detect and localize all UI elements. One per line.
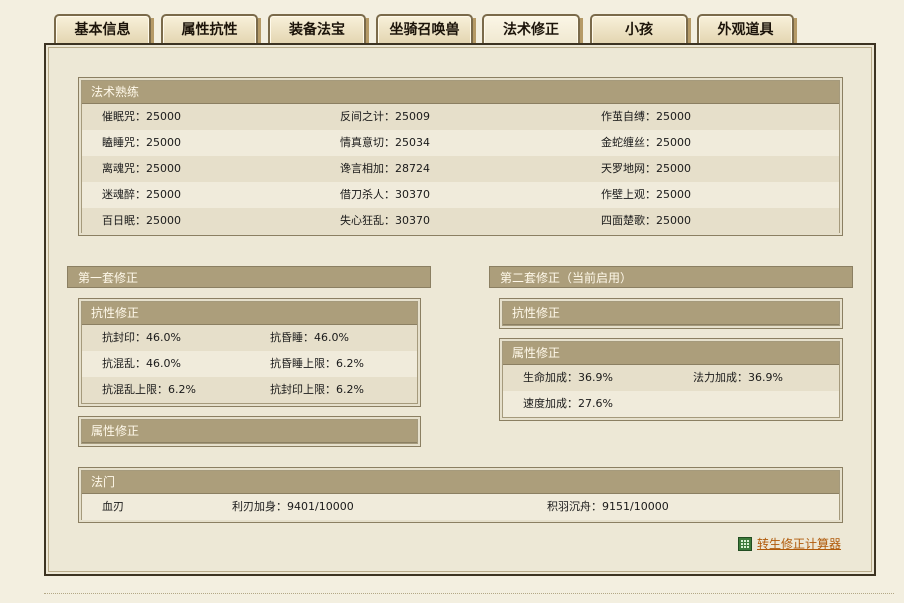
spell-cell: 谗言相加：28724 bbox=[340, 162, 430, 175]
tab-spell-correction[interactable]: 法术修正 bbox=[482, 14, 583, 45]
resist-cell: 抗封印：46.0% bbox=[102, 331, 181, 344]
set2-attr-rows: 生命加成：36.9% 法力加成：36.9% 速度加成：27.6% bbox=[500, 365, 842, 417]
spell-cell: 失心狂乱：30370 bbox=[340, 214, 430, 227]
spell-cell: 金蛇缠丝：25000 bbox=[601, 136, 691, 149]
set2-resist-title: 抗性修正 bbox=[503, 302, 839, 325]
spell-cell: 离魂咒：25000 bbox=[102, 162, 181, 175]
set2-attr-title: 属性修正 bbox=[503, 342, 839, 365]
attr-cell: 法力加成：36.9% bbox=[693, 371, 783, 384]
resist-cell: 抗封印上限：6.2% bbox=[270, 383, 364, 396]
set2-resist-section: 抗性修正 bbox=[499, 298, 843, 329]
tab-basic-info[interactable]: 基本信息 bbox=[54, 14, 154, 45]
set1-attr-section: 属性修正 bbox=[78, 416, 421, 447]
spell-cell: 作壁上观：25000 bbox=[601, 188, 691, 201]
spell-cell: 反间之计：25009 bbox=[340, 110, 430, 123]
attr-cell: 速度加成：27.6% bbox=[523, 397, 613, 410]
set1-resist-section: 抗性修正 抗封印：46.0% 抗昏睡：46.0% 抗混乱：46.0% 抗昏睡上限… bbox=[78, 298, 421, 407]
calculator-link[interactable]: 转生修正计算器 bbox=[738, 535, 841, 552]
dharma-title: 法门 bbox=[82, 471, 839, 494]
calculator-icon bbox=[738, 536, 752, 551]
spell-cell: 迷魂醉：25000 bbox=[102, 188, 181, 201]
resist-cell: 抗昏睡：46.0% bbox=[270, 331, 349, 344]
table-row: 迷魂醉：25000 借刀杀人：30370 作壁上观：25000 bbox=[82, 182, 839, 208]
table-row: 瞌睡咒：25000 情真意切：25034 金蛇缠丝：25000 bbox=[82, 130, 839, 156]
set1-title: 第一套修正 bbox=[67, 266, 431, 288]
dharma-item: 利刃加身：9401/10000 bbox=[232, 500, 354, 513]
tab-child[interactable]: 小孩 bbox=[590, 14, 691, 45]
attr-cell: 生命加成：36.9% bbox=[523, 371, 613, 384]
set1-resist-rows: 抗封印：46.0% 抗昏睡：46.0% 抗混乱：46.0% 抗昏睡上限：6.2%… bbox=[79, 325, 420, 403]
dharma-row: 血刃 利刃加身：9401/10000 积羽沉舟：9151/10000 bbox=[82, 494, 839, 520]
spell-cell: 借刀杀人：30370 bbox=[340, 188, 430, 201]
table-row: 百日眠：25000 失心狂乱：30370 四面楚歌：25000 bbox=[82, 208, 839, 234]
dharma-section: 法门 血刃 利刃加身：9401/10000 积羽沉舟：9151/10000 bbox=[78, 467, 843, 523]
table-row: 抗混乱：46.0% 抗昏睡上限：6.2% bbox=[82, 351, 417, 377]
spell-mastery-rows: 催眠咒：25000 反间之计：25009 作茧自缚：25000 瞌睡咒：2500… bbox=[79, 104, 842, 234]
tab-appearance[interactable]: 外观道具 bbox=[697, 14, 797, 45]
set2-attr-section: 属性修正 生命加成：36.9% 法力加成：36.9% 速度加成：27.6% bbox=[499, 338, 843, 421]
dharma-item: 血刃 bbox=[102, 500, 124, 513]
tab-attributes-resistance[interactable]: 属性抗性 bbox=[161, 14, 261, 45]
character-info-window: 基本信息 属性抗性 装备法宝 坐骑召唤兽 法术修正 小孩 外观道具 法术熟练 催… bbox=[0, 0, 904, 603]
spell-cell: 天罗地网：25000 bbox=[601, 162, 691, 175]
table-row: 抗混乱上限：6.2% 抗封印上限：6.2% bbox=[82, 377, 417, 403]
tab-bar: 基本信息 属性抗性 装备法宝 坐骑召唤兽 法术修正 小孩 外观道具 bbox=[54, 14, 814, 45]
spell-cell: 作茧自缚：25000 bbox=[601, 110, 691, 123]
resist-cell: 抗昏睡上限：6.2% bbox=[270, 357, 364, 370]
set1-resist-title: 抗性修正 bbox=[82, 302, 417, 325]
bottom-divider bbox=[44, 593, 894, 594]
resist-cell: 抗混乱：46.0% bbox=[102, 357, 181, 370]
tab-equipment[interactable]: 装备法宝 bbox=[268, 14, 369, 45]
table-row: 抗封印：46.0% 抗昏睡：46.0% bbox=[82, 325, 417, 351]
spell-cell: 情真意切：25034 bbox=[340, 136, 430, 149]
calculator-link-label[interactable]: 转生修正计算器 bbox=[757, 535, 841, 552]
spell-mastery-title: 法术熟练 bbox=[82, 81, 839, 104]
table-row: 催眠咒：25000 反间之计：25009 作茧自缚：25000 bbox=[82, 104, 839, 130]
spell-cell: 百日眠：25000 bbox=[102, 214, 181, 227]
spell-cell: 瞌睡咒：25000 bbox=[102, 136, 181, 149]
spell-cell: 四面楚歌：25000 bbox=[601, 214, 691, 227]
set2-title: 第二套修正（当前启用） bbox=[489, 266, 853, 288]
table-row: 生命加成：36.9% 法力加成：36.9% bbox=[503, 365, 839, 391]
resist-cell: 抗混乱上限：6.2% bbox=[102, 383, 196, 396]
dharma-item: 积羽沉舟：9151/10000 bbox=[547, 500, 669, 513]
table-row: 离魂咒：25000 谗言相加：28724 天罗地网：25000 bbox=[82, 156, 839, 182]
spell-cell: 催眠咒：25000 bbox=[102, 110, 181, 123]
table-row: 速度加成：27.6% bbox=[503, 391, 839, 417]
spell-mastery-section: 法术熟练 催眠咒：25000 反间之计：25009 作茧自缚：25000 瞌睡咒… bbox=[78, 77, 843, 236]
set1-attr-title: 属性修正 bbox=[82, 420, 417, 443]
tab-mounts-pets[interactable]: 坐骑召唤兽 bbox=[376, 14, 476, 45]
